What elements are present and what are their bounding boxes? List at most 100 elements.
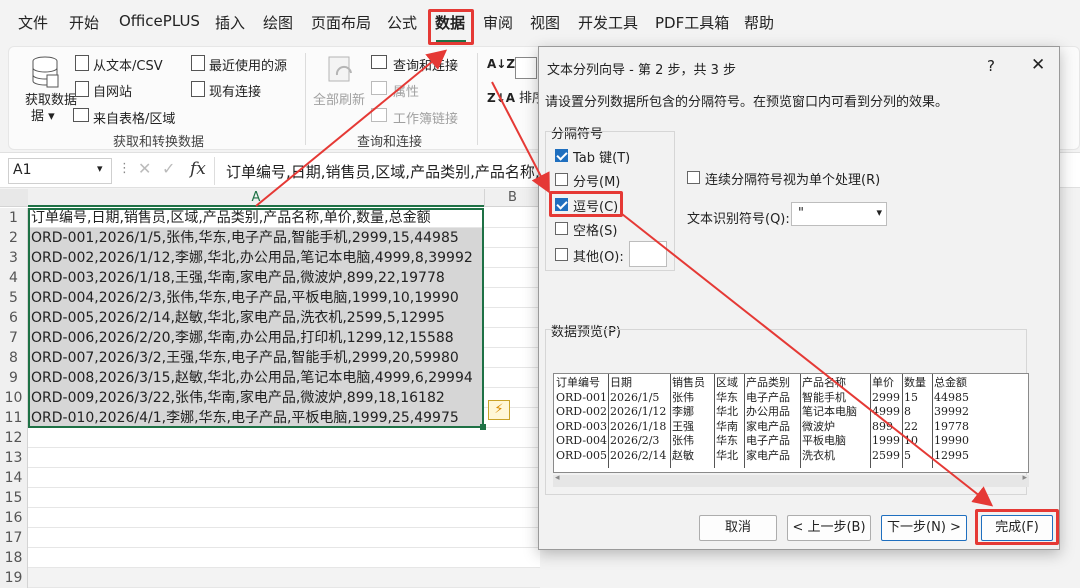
cell[interactable]: ORD-005,2026/2/14,赵敏,华北,家电产品,洗衣机,2599,5,… xyxy=(28,308,484,328)
row-header[interactable]: 13 xyxy=(0,448,28,468)
preview-cell: 15 xyxy=(904,390,918,404)
row-header[interactable]: 6 xyxy=(0,308,28,328)
preview-row: ORD-004 2026/2/3 张伟 华东 电子产品 平板电脑 1999 10 19990 xyxy=(556,434,1026,448)
name-box[interactable]: A1 ▾ xyxy=(8,158,112,184)
cell[interactable]: ORD-006,2026/2/20,李娜,华南,办公用品,打印机,1299,12… xyxy=(28,328,484,348)
menu-formulas[interactable]: 公式 xyxy=(387,12,417,33)
formula-content[interactable]: 订单编号,日期,销售员,区域,产品类别,产品名称,单 xyxy=(226,161,555,182)
from-web-button[interactable]: 自网站 xyxy=(93,81,132,100)
preview-cell: 44985 xyxy=(934,390,969,404)
get-data-dropdown[interactable]: 据 ▾ xyxy=(31,105,55,124)
text-qualifier-select[interactable]: " ▾ xyxy=(791,202,887,226)
ribbon-separator xyxy=(477,53,478,145)
preview-cell: 39992 xyxy=(934,405,969,418)
menu-page-layout[interactable]: 页面布局 xyxy=(311,12,371,33)
formula-separator xyxy=(214,157,215,185)
cell[interactable]: ORD-008,2026/3/15,赵敏,华北,办公用品,笔记本电脑,4999,… xyxy=(28,368,484,388)
preview-cell: 10 xyxy=(904,434,918,447)
tab-checkbox[interactable] xyxy=(555,149,568,162)
other-input[interactable] xyxy=(629,241,667,267)
menu-draw[interactable]: 绘图 xyxy=(263,12,293,33)
consecutive-checkbox[interactable] xyxy=(687,171,700,184)
row-header[interactable]: 8 xyxy=(0,348,28,368)
semicolon-checkbox[interactable] xyxy=(555,173,568,186)
more-icon: ⋮ xyxy=(118,161,131,176)
row-header[interactable]: 5 xyxy=(0,288,28,308)
preview-cell: 8 xyxy=(904,405,911,418)
back-button[interactable]: < 上一步(B) xyxy=(787,515,871,541)
row-header[interactable]: 18 xyxy=(0,548,28,568)
close-icon[interactable]: ✕ xyxy=(1031,55,1045,75)
row-header[interactable]: 1 xyxy=(0,208,28,228)
flash-fill-icon[interactable]: ⚡ xyxy=(488,400,510,420)
row-header[interactable]: 11 xyxy=(0,408,28,428)
preview-cell: 2026/1/12 xyxy=(610,405,667,418)
scroll-left-icon[interactable]: ◂ xyxy=(555,473,560,483)
from-text-csv-button[interactable]: 从文本/CSV xyxy=(93,55,163,74)
menu-developer[interactable]: 开发工具 xyxy=(578,12,638,33)
row-header[interactable]: 19 xyxy=(0,568,28,588)
refresh-all-button[interactable]: 全部刷新 xyxy=(313,89,365,108)
workbook-links-button[interactable]: 工作簿链接 xyxy=(393,108,458,127)
cancel-icon[interactable]: ✕ xyxy=(138,159,151,178)
preview-cell: 产品名称 xyxy=(802,376,846,389)
workbook-links-icon xyxy=(371,108,387,122)
cell[interactable]: ORD-004,2026/2/3,张伟,华东,电子产品,平板电脑,1999,10… xyxy=(28,288,484,308)
preview-cell: 办公用品 xyxy=(746,405,790,418)
menu-home[interactable]: 开始 xyxy=(69,12,99,33)
row-header[interactable]: 17 xyxy=(0,528,28,548)
row-header[interactable]: 9 xyxy=(0,368,28,388)
row-header[interactable]: 10 xyxy=(0,388,28,408)
cell[interactable]: ORD-010,2026/4/1,李娜,华东,电子产品,平板电脑,1999,25… xyxy=(28,408,484,428)
dialog-title: 文本分列向导 - 第 2 步，共 3 步 xyxy=(547,63,737,78)
preview-hscrollbar[interactable]: ◂ ▸ xyxy=(553,473,1029,487)
cell[interactable]: ORD-009,2026/3/22,张伟,华南,家电产品,微波炉,899,18,… xyxy=(28,388,484,408)
next-button[interactable]: 下一步(N) > xyxy=(881,515,967,541)
preview-box[interactable]: 订单编号 日期 销售员 区域 产品类别 产品名称 单价 数量 总金额 ORD-001 2026/1/… xyxy=(553,373,1029,473)
menu-pdf-tools[interactable]: PDF工具箱 xyxy=(655,12,729,33)
cell[interactable]: ORD-001,2026/1/5,张伟,华东,电子产品,智能手机,2999,15… xyxy=(28,228,484,248)
fill-handle[interactable] xyxy=(480,424,486,430)
row-header[interactable]: 15 xyxy=(0,488,28,508)
menu-insert[interactable]: 插入 xyxy=(215,12,245,33)
properties-button[interactable]: 属性 xyxy=(393,81,419,100)
row-header[interactable]: 14 xyxy=(0,468,28,488)
queries-connections-button[interactable]: 查询和连接 xyxy=(393,55,458,74)
other-label: 其他(O): xyxy=(573,250,624,265)
row-header[interactable]: 7 xyxy=(0,328,28,348)
row-header[interactable]: 4 xyxy=(0,268,28,288)
chevron-down-icon[interactable]: ▾ xyxy=(97,162,103,175)
enter-icon[interactable]: ✓ xyxy=(162,159,175,178)
from-table-button[interactable]: 来自表格/区域 xyxy=(93,108,175,127)
row-header[interactable]: 2 xyxy=(0,228,28,248)
menu-officeplus[interactable]: OfficePLUS xyxy=(119,12,200,30)
menu-view[interactable]: 视图 xyxy=(530,12,560,33)
column-header-a[interactable]: A xyxy=(28,189,484,207)
row-header[interactable]: 16 xyxy=(0,508,28,528)
existing-connections-button[interactable]: 现有连接 xyxy=(209,81,261,100)
cancel-button[interactable]: 取消 xyxy=(699,515,777,541)
cell[interactable]: 订单编号,日期,销售员,区域,产品类别,产品名称,单价,数量,总金额 xyxy=(28,208,484,228)
menu-review[interactable]: 审阅 xyxy=(483,12,513,33)
space-checkbox[interactable] xyxy=(555,222,568,235)
cell[interactable]: ORD-003,2026/1/18,王强,华南,家电产品,微波炉,899,22,… xyxy=(28,268,484,288)
menu-bar: 文件 开始 OfficePLUS 插入 绘图 页面布局 公式 数据 审阅 视图 … xyxy=(0,0,1080,45)
help-icon[interactable]: ? xyxy=(987,57,995,75)
function-icon[interactable]: fx xyxy=(190,159,206,179)
preview-cell: 张伟 xyxy=(672,390,694,404)
scroll-right-icon[interactable]: ▸ xyxy=(1022,473,1027,483)
sort-az-icon[interactable]: A↓Z xyxy=(487,57,515,71)
column-header-b[interactable]: B xyxy=(484,189,540,207)
preview-cell: 19990 xyxy=(934,434,969,447)
sort-za-icon[interactable]: Z↓A xyxy=(487,91,515,105)
recent-sources-button[interactable]: 最近使用的源 xyxy=(209,55,287,74)
row-header[interactable]: 3 xyxy=(0,248,28,268)
menu-file[interactable]: 文件 xyxy=(18,12,48,33)
row-header[interactable]: 12 xyxy=(0,428,28,448)
other-checkbox[interactable] xyxy=(555,248,568,261)
cell[interactable]: ORD-002,2026/1/12,李娜,华北,办公用品,笔记本电脑,4999,… xyxy=(28,248,484,268)
menu-help[interactable]: 帮助 xyxy=(744,12,774,33)
cell[interactable]: ORD-007,2026/3/2,王强,华东,电子产品,智能手机,2999,20… xyxy=(28,348,484,368)
select-all-corner[interactable] xyxy=(0,189,28,207)
preview-cell: 数量 xyxy=(904,376,926,389)
